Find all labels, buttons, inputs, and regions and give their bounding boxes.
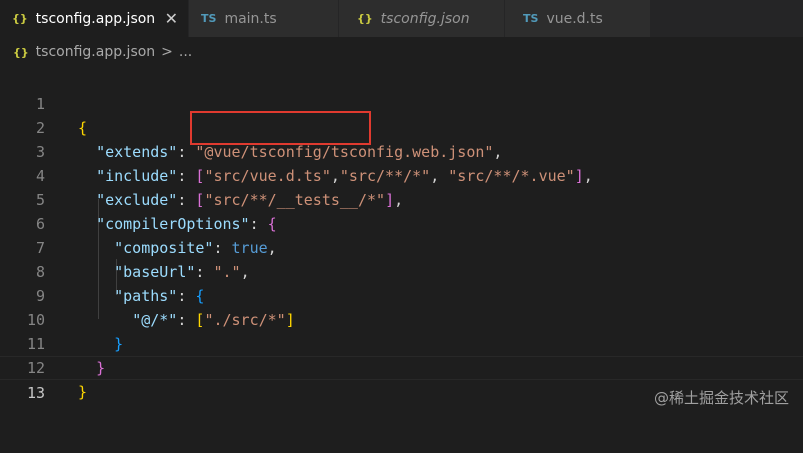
tab-main-ts[interactable]: TS main.ts	[189, 0, 339, 37]
code-line: 3 "include": ["src/vue.d.ts","src/**/*",…	[0, 116, 803, 185]
tab-label: tsconfig.json	[380, 10, 470, 27]
code-line: 7 "baseUrl": ".",	[0, 212, 803, 281]
typescript-file-icon: TS	[201, 12, 217, 25]
tab-tsconfig-app-json[interactable]: {} tsconfig.app.json ✕	[0, 0, 189, 37]
code-line: 4 "exclude": ["src/**/__tests__/*"],	[0, 140, 803, 209]
tab-label: vue.d.ts	[546, 10, 603, 27]
breadcrumb-file[interactable]: tsconfig.app.json	[36, 44, 156, 60]
editor-tab-bar: {} tsconfig.app.json ✕ TS main.ts {} tsc…	[0, 0, 803, 37]
chevron-right-icon: >	[161, 44, 173, 60]
tab-label: tsconfig.app.json	[35, 10, 156, 27]
code-line: 6 "composite": true,	[0, 188, 803, 257]
code-line: 2 "extends": "@vue/tsconfig/tsconfig.web…	[0, 92, 803, 161]
tab-label: main.ts	[224, 10, 277, 27]
breadcrumb: {} tsconfig.app.json > ...	[0, 37, 803, 67]
close-icon[interactable]: ✕	[165, 9, 178, 28]
json-file-icon: {}	[357, 12, 373, 25]
tab-vue-d-ts[interactable]: TS vue.d.ts	[505, 0, 651, 37]
code-line: 9 "@/*": ["./src/*"]	[0, 260, 803, 329]
watermark: @稀土掘金技术社区	[653, 389, 789, 407]
breadcrumb-rest[interactable]: ...	[179, 44, 192, 60]
code-line: 8 "paths": {	[0, 236, 803, 305]
code-line: 5 "compilerOptions": {	[0, 164, 803, 233]
json-file-icon: {}	[12, 12, 28, 25]
line-number: 13	[26, 384, 45, 402]
code-line: 1 {	[0, 68, 803, 137]
tab-tsconfig-json[interactable]: {} tsconfig.json	[339, 0, 505, 37]
code-editor[interactable]: 1 { 2 "extends": "@vue/tsconfig/tsconfig…	[0, 67, 803, 418]
tab-bar-empty-area	[651, 0, 803, 37]
code-line: 10 }	[0, 284, 803, 353]
code-line: 12 }	[0, 332, 803, 401]
annotation-highlight-box	[190, 111, 371, 145]
json-file-icon: {}	[13, 45, 29, 59]
code-line: 11 }	[0, 308, 803, 377]
typescript-file-icon: TS	[523, 12, 539, 25]
code-line-current: 13	[0, 356, 803, 402]
